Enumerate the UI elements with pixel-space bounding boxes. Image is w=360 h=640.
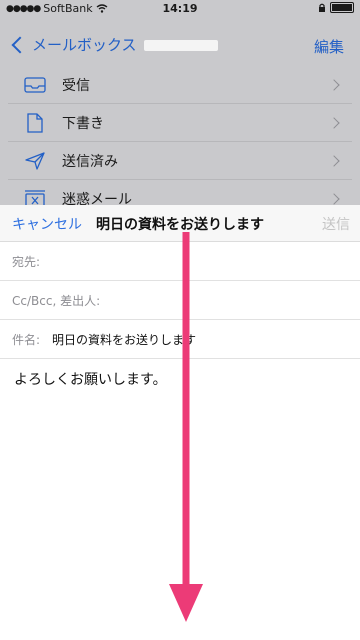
mailbox-item-label: 下書き <box>62 115 104 132</box>
status-right <box>318 2 354 13</box>
mailbox-list: 受信 下書き 送信済み 迷惑メール <box>8 66 352 205</box>
document-icon <box>22 112 48 133</box>
mailbox-item-inbox[interactable]: 受信 <box>8 66 352 104</box>
back-button[interactable]: メールボックス <box>11 34 137 55</box>
chevron-left-icon <box>11 36 29 53</box>
back-label: メールボックス <box>32 36 137 54</box>
status-bar: ●●●●● SoftBank 14:19 <box>0 0 360 16</box>
compose-title: 明日の資料をお送りします <box>96 217 264 233</box>
orientation-lock-icon <box>319 3 325 12</box>
redacted-account-name <box>144 40 218 51</box>
swipe-down-arrow-icon <box>169 232 203 622</box>
battery-icon <box>330 2 354 13</box>
mailbox-item-label: 受信 <box>62 77 90 94</box>
mailbox-item-label: 迷惑メール <box>62 191 132 206</box>
chevron-right-icon <box>328 116 340 129</box>
mailbox-item-label: 送信済み <box>62 153 118 170</box>
mailbox-item-drafts[interactable]: 下書き <box>8 104 352 142</box>
inbox-icon <box>22 75 48 95</box>
status-time: 14:19 <box>162 2 198 15</box>
mailbox-nav-bar: メールボックス 編集 <box>0 28 360 64</box>
subject-label: 件名: <box>12 332 41 347</box>
mailbox-screen: ●●●●● SoftBank 14:19 メールボックス 編集 受信 下書き 送… <box>0 0 360 205</box>
paper-plane-icon <box>22 151 48 171</box>
send-button[interactable]: 送信 <box>322 214 350 234</box>
ccbcc-label: Cc/Bcc, 差出人: <box>12 293 101 308</box>
chevron-right-icon <box>328 78 340 91</box>
to-label: 宛先: <box>12 254 41 269</box>
mailbox-item-junk[interactable]: 迷惑メール <box>8 180 352 205</box>
edit-button[interactable]: 編集 <box>314 36 344 57</box>
chevron-right-icon <box>328 192 340 205</box>
mailbox-item-sent[interactable]: 送信済み <box>8 142 352 180</box>
junk-icon <box>22 189 48 205</box>
chevron-right-icon <box>328 154 340 167</box>
